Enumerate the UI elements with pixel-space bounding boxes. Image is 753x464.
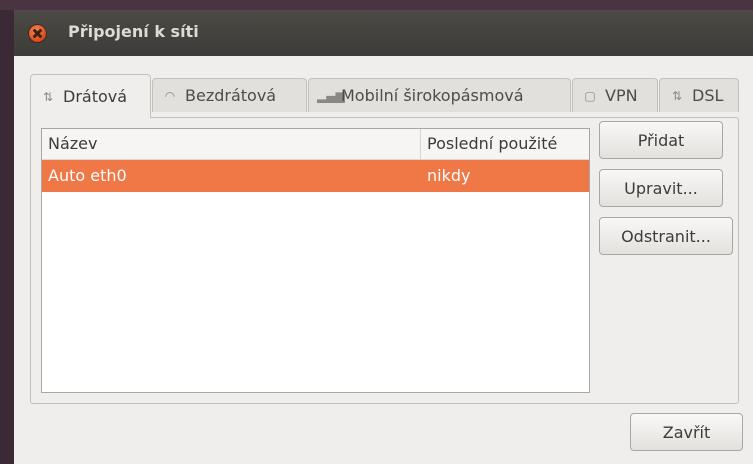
delete-button[interactable]: Odstranit...	[599, 217, 733, 255]
close-window-icon[interactable]	[29, 25, 46, 42]
add-button[interactable]: Přidat	[599, 121, 723, 159]
dsl-icon: ⇅	[671, 88, 683, 103]
tab-dsl-label: DSL	[692, 86, 724, 105]
tab-vpn-label: VPN	[605, 86, 638, 105]
desktop-background-top	[0, 0, 753, 10]
tab-mobile-broadband-label: Mobilní širokopásmová	[341, 86, 524, 105]
tab-wired-label: Drátová	[63, 87, 128, 106]
tab-wireless-label: Bezdrátová	[185, 86, 277, 105]
column-separator	[420, 129, 421, 159]
title-bar[interactable]: Připojení k síti	[14, 10, 753, 56]
edit-button[interactable]: Upravit...	[599, 169, 723, 207]
desktop-background-left	[0, 0, 14, 464]
window-title: Připojení k síti	[68, 22, 199, 41]
connection-list[interactable]: Název Poslední použité Auto eth0 nikdy	[41, 128, 590, 393]
column-header-name[interactable]: Název	[48, 134, 97, 153]
tab-wireless[interactable]: ◠ Bezdrátová	[152, 78, 307, 112]
close-button[interactable]: Zavřít	[630, 413, 743, 451]
connection-last-used: nikdy	[427, 166, 471, 185]
list-header: Název Poslední použité	[42, 129, 589, 160]
tab-wired[interactable]: ⇅ Drátová	[30, 74, 151, 118]
tab-vpn[interactable]: ▢ VPN	[572, 78, 658, 112]
table-row[interactable]: Auto eth0 nikdy	[42, 160, 589, 192]
lock-icon: ▢	[584, 88, 596, 103]
column-header-last-used[interactable]: Poslední použité	[427, 134, 557, 153]
tab-mobile-broadband[interactable]: ▂▄▆ Mobilní širokopásmová	[308, 78, 571, 112]
mobile-signal-icon: ▂▄▆	[317, 88, 345, 103]
wired-icon: ⇅	[42, 89, 54, 104]
network-connections-window: Připojení k síti ⇅ Drátová ◠ Bezdrátová …	[14, 10, 753, 464]
connection-name: Auto eth0	[48, 166, 127, 185]
wireless-icon: ◠	[164, 88, 176, 103]
tab-dsl[interactable]: ⇅ DSL	[659, 78, 739, 112]
